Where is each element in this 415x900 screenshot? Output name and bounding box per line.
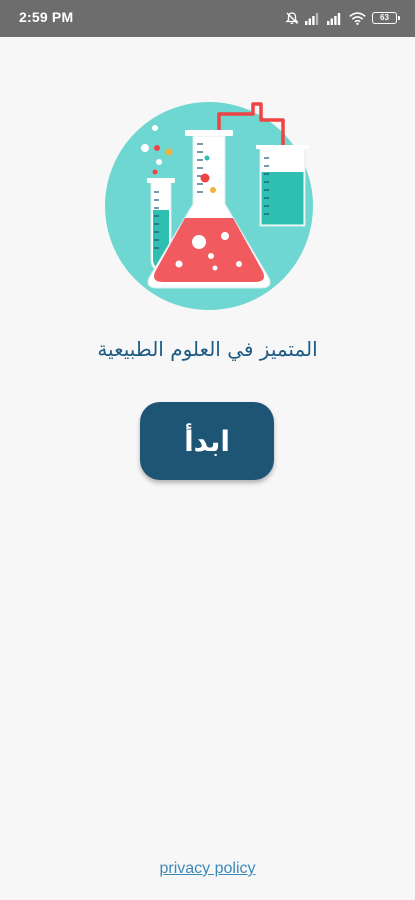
app-title: المتميز في العلوم الطبيعية [97, 337, 318, 361]
start-button[interactable]: ابدأ [140, 402, 274, 480]
app-screen: 2:59 PM 63 المتميز في العلوم الطبيعية اب… [0, 0, 415, 900]
lab-flasks-icon [105, 102, 313, 310]
status-time: 2:59 PM [19, 9, 74, 25]
status-bar: 2:59 PM 63 [0, 0, 415, 37]
battery-icon: 63 [372, 12, 400, 24]
status-icons: 63 [285, 9, 400, 27]
signal-icon [327, 12, 341, 25]
privacy-policy-link[interactable]: privacy policy [0, 860, 415, 878]
signal-icon [305, 12, 319, 25]
wifi-icon [349, 11, 366, 25]
battery-level: 63 [380, 13, 389, 22]
muted-alarm-icon [285, 12, 299, 25]
